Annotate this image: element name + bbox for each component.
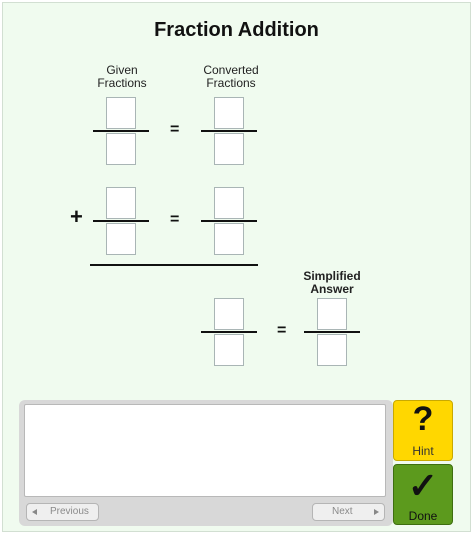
converted-fractions-header: Converted Fractions	[196, 64, 266, 90]
equals-sign-3: =	[277, 322, 287, 339]
question-mark-icon: ?	[412, 400, 434, 438]
previous-button-label: Previous	[50, 506, 89, 517]
simplified-header-line2: Answer	[310, 282, 354, 296]
sum-numerator-input[interactable]	[214, 298, 244, 330]
given-2-numerator-input[interactable]	[106, 187, 136, 219]
hint-button-label: Hint	[412, 444, 434, 458]
plus-sign: +	[70, 204, 83, 229]
converted-2-numerator-input[interactable]	[214, 187, 244, 219]
given-1-numerator-input[interactable]	[106, 97, 136, 129]
chevron-left-icon	[32, 509, 37, 515]
page-title: Fraction Addition	[154, 19, 319, 41]
previous-button[interactable]: Previous	[26, 503, 99, 521]
given-2-denominator-input[interactable]	[106, 223, 136, 255]
checkmark-icon: ✓	[407, 465, 439, 506]
hint-button[interactable]: ? Hint	[393, 400, 453, 461]
converted-2-fraction-bar	[201, 220, 257, 222]
next-button[interactable]: Next	[312, 503, 385, 521]
sum-fraction-bar	[201, 331, 257, 333]
converted-1-fraction-bar	[201, 130, 257, 132]
sum-divider-line	[90, 264, 258, 266]
equals-sign-1: =	[170, 121, 180, 138]
converted-2-denominator-input[interactable]	[214, 223, 244, 255]
given-fractions-header: Given Fractions	[92, 64, 152, 90]
given-1-fraction-bar	[93, 130, 149, 132]
sum-denominator-input[interactable]	[214, 334, 244, 366]
simplified-fraction-bar	[304, 331, 360, 333]
simplified-denominator-input[interactable]	[317, 334, 347, 366]
chevron-right-icon	[374, 509, 379, 515]
equals-sign-2: =	[170, 211, 180, 228]
given-1-denominator-input[interactable]	[106, 133, 136, 165]
simplified-answer-header: Simplified Answer	[296, 270, 368, 296]
converted-header-line2: Fractions	[206, 76, 256, 90]
converted-1-denominator-input[interactable]	[214, 133, 244, 165]
done-button-label: Done	[408, 509, 438, 523]
done-button[interactable]: ✓ Done	[393, 464, 453, 525]
given-header-line2: Fractions	[97, 76, 147, 90]
next-button-label: Next	[332, 506, 353, 517]
given-2-fraction-bar	[93, 220, 149, 222]
feedback-message-area	[24, 404, 386, 497]
converted-1-numerator-input[interactable]	[214, 97, 244, 129]
simplified-numerator-input[interactable]	[317, 298, 347, 330]
